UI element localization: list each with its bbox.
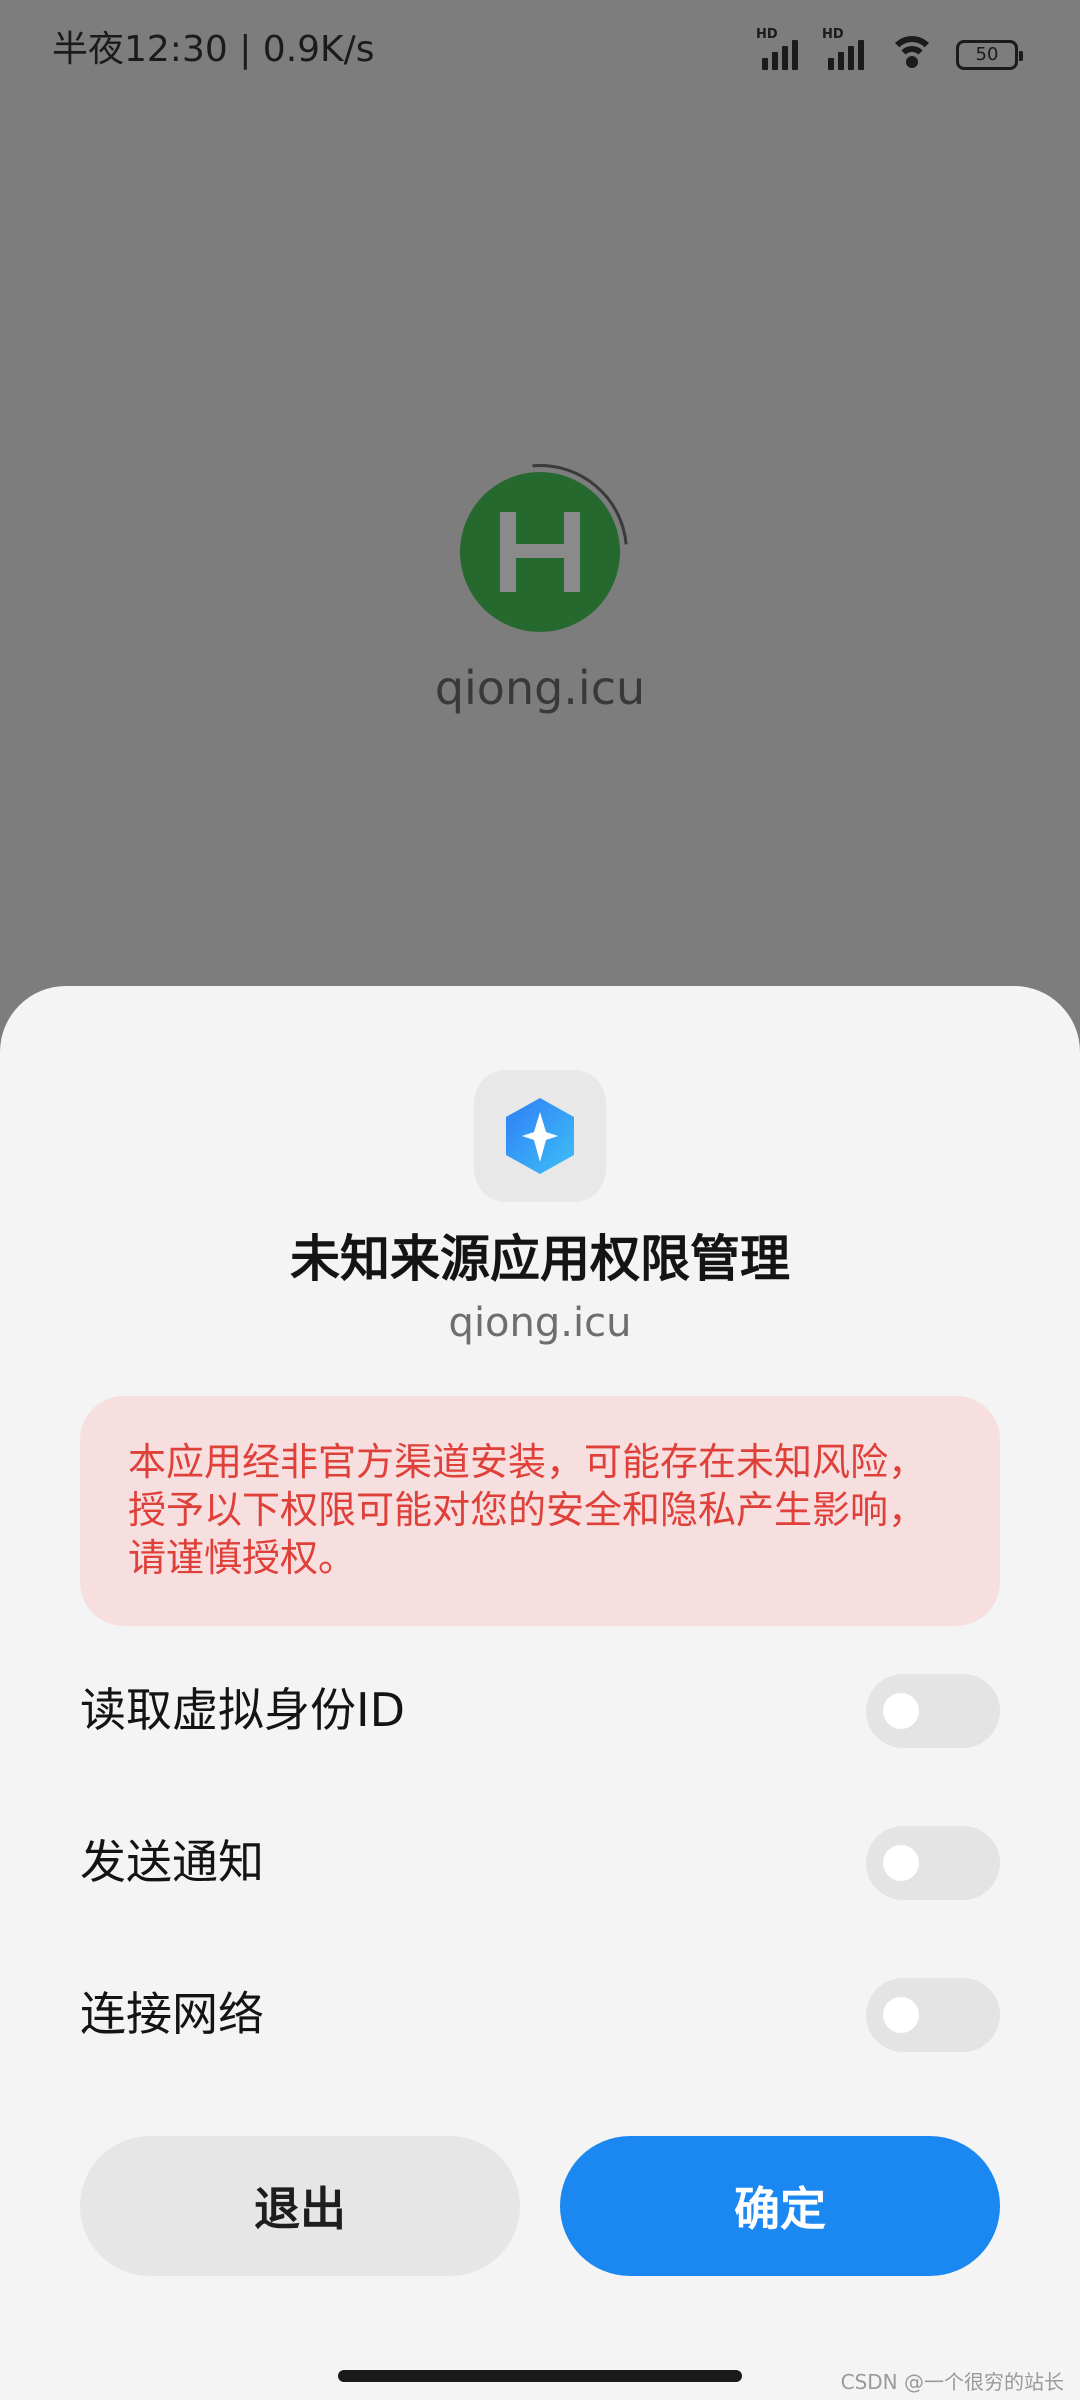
permission-label: 连接网络 (80, 1987, 264, 2041)
signal-icon: HD (822, 28, 874, 70)
permission-label: 发送通知 (80, 1835, 264, 1889)
permission-row-virtual-id: 读取虚拟身份ID (80, 1666, 1000, 1756)
security-shield-icon (474, 1070, 606, 1202)
status-time: 半夜12:30 (52, 29, 228, 70)
battery-level: 50 (975, 44, 999, 65)
status-time-speed: 半夜12:30 | 0.9K/s (52, 26, 375, 74)
app-name: qiong.icu (434, 661, 646, 715)
dialog-source: qiong.icu (448, 1300, 632, 1346)
risk-warning-text: 本应用经非官方渠道安装，可能存在未知风险，授予以下权限可能对您的安全和隐私产生影… (128, 1440, 927, 1580)
risk-warning: 本应用经非官方渠道安装，可能存在未知风险，授予以下权限可能对您的安全和隐私产生影… (80, 1396, 1000, 1626)
status-icons: HD HD 50 (756, 28, 1023, 70)
watermark: CSDN @一个很穷的站长 (840, 2370, 1064, 2394)
h-app-icon (460, 472, 620, 632)
home-indicator[interactable] (338, 2370, 742, 2382)
dialog-title: 未知来源应用权限管理 (290, 1230, 790, 1288)
permission-row-notification: 发送通知 (80, 1818, 1000, 1908)
wifi-icon (888, 34, 936, 70)
permission-toggle[interactable] (866, 1826, 1000, 1900)
permission-dialog: 未知来源应用权限管理 qiong.icu 本应用经非官方渠道安装，可能存在未知风… (0, 986, 1080, 2400)
permission-row-network: 连接网络 (80, 1970, 1000, 2060)
battery-icon: 50 (956, 40, 1023, 70)
exit-button[interactable]: 退出 (80, 2136, 520, 2276)
status-bar: 半夜12:30 | 0.9K/s HD HD 50 (0, 0, 1080, 100)
confirm-button[interactable]: 确定 (560, 2136, 1000, 2276)
status-separator: | (239, 29, 252, 70)
permission-toggle[interactable] (866, 1674, 1000, 1748)
permission-label: 读取虚拟身份ID (80, 1683, 405, 1737)
signal-icon: HD (756, 28, 808, 70)
network-speed: 0.9K/s (262, 29, 375, 70)
permission-toggle[interactable] (866, 1978, 1000, 2052)
